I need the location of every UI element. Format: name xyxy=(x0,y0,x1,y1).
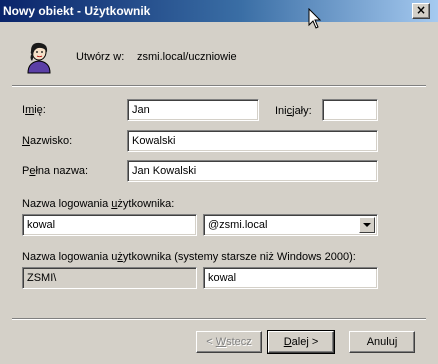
last-name-input[interactable]: Kowalski xyxy=(127,130,378,152)
cancel-button[interactable]: Anuluj xyxy=(349,331,415,353)
last-name-label: Nazwisko: xyxy=(22,135,73,147)
legacy-domain-prefix-field: ZSMI\ xyxy=(22,267,197,289)
user-avatar-icon xyxy=(27,42,51,74)
logon-name-label: Nazwa logowania użytkownika: xyxy=(22,198,175,210)
full-name-input[interactable]: Jan Kowalski xyxy=(127,160,378,182)
legacy-logon-label: Nazwa logowania użytkownika (systemy sta… xyxy=(22,251,356,263)
new-user-dialog: Nowy obiekt - Użytkownik × Utwórz w: zsm… xyxy=(0,0,438,364)
footer-separator xyxy=(12,318,426,320)
close-icon: × xyxy=(415,3,427,17)
title-bar[interactable]: Nowy obiekt - Użytkownik × xyxy=(0,0,438,22)
domain-select-value: @zsmi.local xyxy=(208,219,268,231)
initials-input[interactable] xyxy=(322,99,378,121)
next-button[interactable]: Dalej > xyxy=(267,330,335,354)
chevron-down-icon[interactable] xyxy=(359,217,375,233)
create-in-path: zsmi.local/uczniowie xyxy=(137,51,237,63)
window-title: Nowy obiekt - Użytkownik xyxy=(3,4,151,18)
logon-name-input[interactable]: kowal xyxy=(22,214,197,236)
create-in-label: Utwórz w: xyxy=(76,51,125,63)
first-name-label: Imię: xyxy=(22,104,46,116)
mouse-pointer-icon xyxy=(308,8,322,29)
first-name-input[interactable]: Jan xyxy=(127,99,259,121)
header-separator xyxy=(12,85,426,87)
full-name-label: Pełna nazwa: xyxy=(22,165,89,177)
domain-select[interactable]: @zsmi.local xyxy=(203,214,378,236)
legacy-logon-input[interactable]: kowal xyxy=(203,267,378,289)
close-button[interactable]: × xyxy=(412,3,430,19)
back-button[interactable]: < Wstecz xyxy=(196,331,262,353)
initials-label: Inicjały: xyxy=(275,105,312,117)
